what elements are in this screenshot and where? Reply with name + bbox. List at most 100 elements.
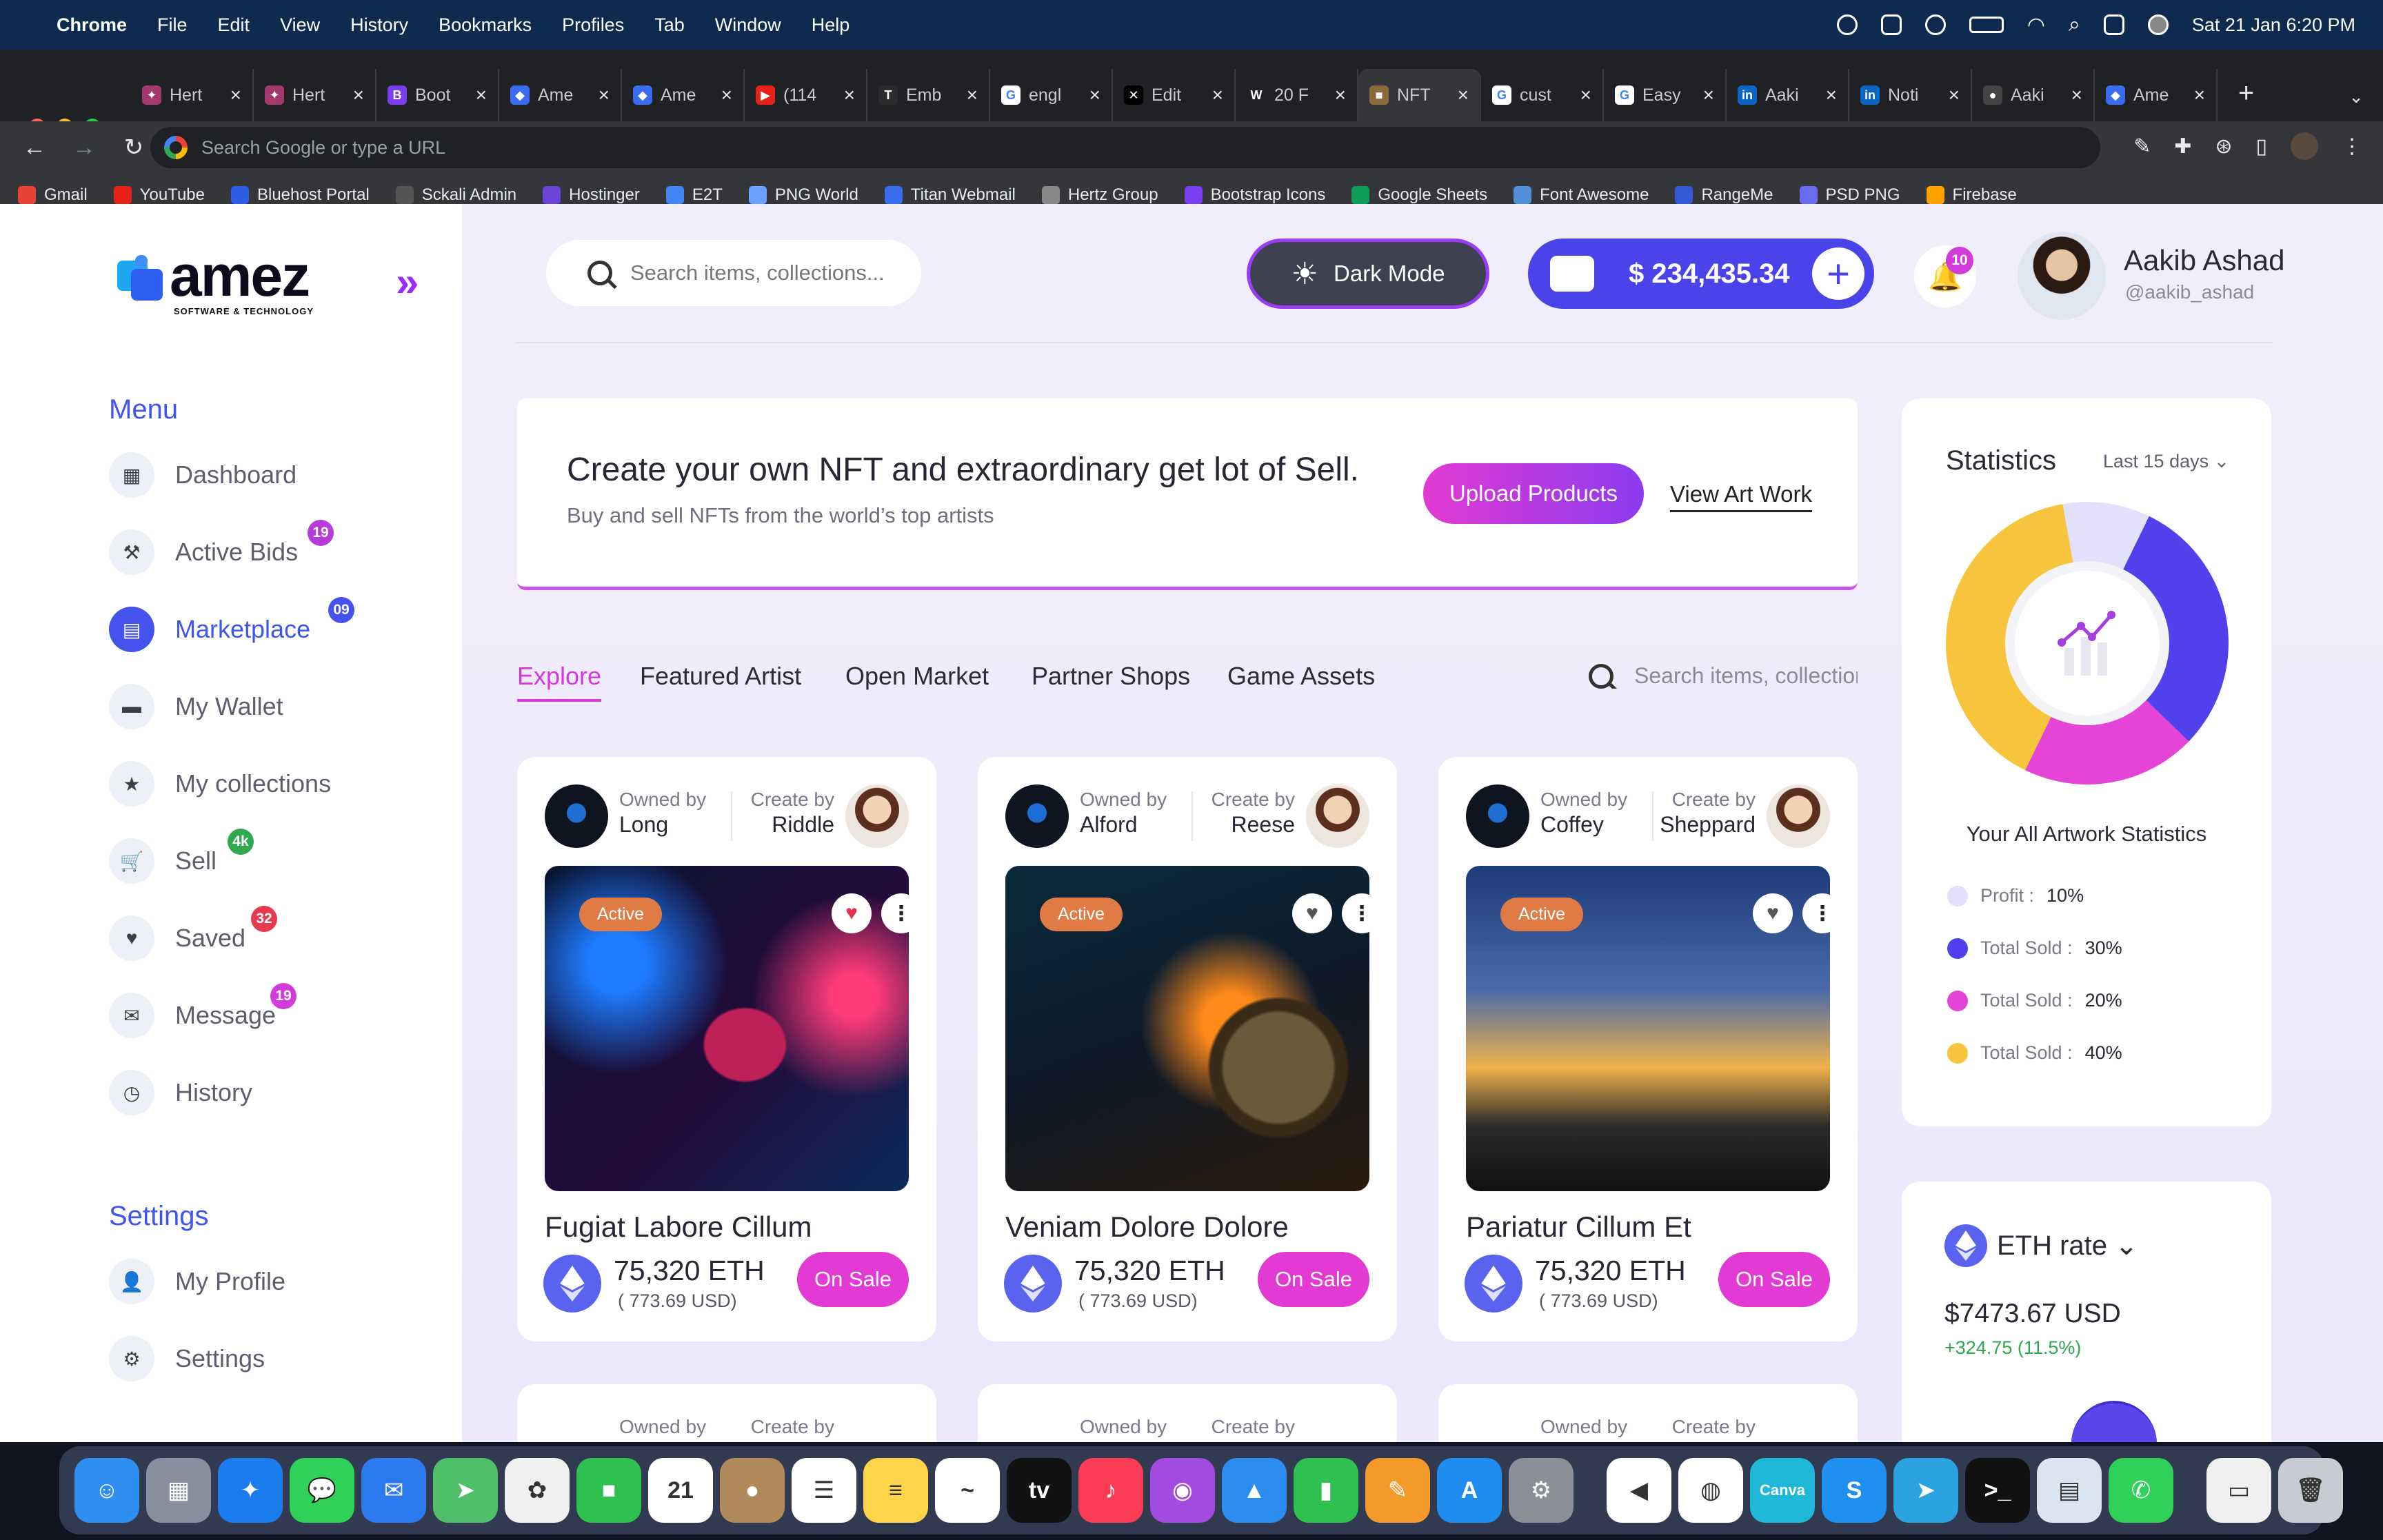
launchpad-dock-icon[interactable]: ▦ xyxy=(146,1458,211,1523)
mail-dock-icon[interactable]: ✉ xyxy=(361,1458,426,1523)
tab-close-icon[interactable]: × xyxy=(1335,84,1346,106)
menu-view[interactable]: View xyxy=(280,14,320,36)
bookmark-item[interactable]: Google Sheets xyxy=(1351,185,1487,205)
like-heart-icon[interactable]: ♥ xyxy=(1753,893,1793,933)
menubar-clock[interactable]: Sat 21 Jan 6:20 PM xyxy=(2192,14,2355,36)
extension-icon[interactable]: ⊛ xyxy=(2215,134,2232,159)
extensions-puzzle-icon[interactable]: ✚ xyxy=(2174,134,2191,159)
bookmark-item[interactable]: RangeMe xyxy=(1675,185,1773,205)
play-status-icon[interactable] xyxy=(1924,14,1946,35)
nft-card-partial[interactable]: Owned by Create by xyxy=(1438,1384,1858,1442)
tab-close-icon[interactable]: × xyxy=(599,84,610,106)
control-center-icon[interactable] xyxy=(2103,14,2124,35)
browser-tab[interactable]: ◆ Ame × xyxy=(2095,69,2218,121)
tab-search-chevron-icon[interactable]: ⌄ xyxy=(2349,86,2364,108)
tab-close-icon[interactable]: × xyxy=(230,84,241,106)
more-options-icon[interactable]: ⋮ xyxy=(1802,893,1842,933)
back-button[interactable]: ← xyxy=(19,134,50,161)
sidebar-item-my-profile[interactable]: 👤 My Profile xyxy=(109,1259,285,1304)
facetime-dock-icon[interactable]: ■ xyxy=(576,1458,641,1523)
collapse-sidebar-icon[interactable]: » xyxy=(396,258,419,305)
tab-close-icon[interactable]: × xyxy=(1089,84,1100,106)
bookmark-item[interactable]: PNG World xyxy=(748,185,858,205)
bookmark-item[interactable]: Hostinger xyxy=(543,185,640,205)
bookmark-item[interactable]: Bootstrap Icons xyxy=(1184,185,1325,205)
owner-name[interactable]: Long xyxy=(619,812,668,838)
bookmark-item[interactable]: Bluehost Portal xyxy=(230,185,370,205)
browser-tab[interactable]: B Boot × xyxy=(376,69,499,121)
pages-dock-icon[interactable]: ✎ xyxy=(1365,1458,1430,1523)
skype-dock-icon[interactable]: S xyxy=(1822,1458,1887,1523)
browser-tab[interactable]: ✦ Hert × xyxy=(254,69,376,121)
owner-avatar[interactable] xyxy=(1005,784,1069,848)
trash-dock-icon[interactable]: 🗑 xyxy=(2278,1458,2343,1523)
browser-tab[interactable]: Gcust × xyxy=(1481,69,1604,121)
menu-help[interactable]: Help xyxy=(812,14,850,36)
vscode-dock-icon[interactable]: ◀ xyxy=(1607,1458,1671,1523)
side-panel-icon[interactable]: ▯ xyxy=(2255,134,2267,159)
sidebar-item-message[interactable]: ✉ Message xyxy=(109,993,276,1038)
checkbox-status-icon[interactable] xyxy=(1880,14,1902,35)
browser-tab[interactable]: in Aaki × xyxy=(1727,69,1849,121)
sidebar-item-dashboard[interactable]: ▦ Dashboard xyxy=(109,452,296,498)
browser-tab[interactable]: W 20 F × xyxy=(1236,69,1358,121)
like-heart-icon[interactable]: ♥ xyxy=(1292,893,1332,933)
tab-close-icon[interactable]: × xyxy=(1580,84,1591,106)
wifi-icon[interactable]: ◠ xyxy=(2027,13,2045,37)
upload-products-button[interactable]: Upload Products xyxy=(1423,463,1644,524)
browser-tab[interactable]: Gengl × xyxy=(990,69,1113,121)
tab-close-icon[interactable]: × xyxy=(1212,84,1223,106)
browser-tab[interactable]: ■ NFT × xyxy=(1358,69,1481,121)
bookmark-item[interactable]: Sckali Admin xyxy=(395,185,516,205)
canva-dock-icon[interactable]: Canva xyxy=(1750,1458,1815,1523)
nft-card[interactable]: Owned by Alford Create by Reese Active ♥ ⋮ Veni… xyxy=(978,757,1397,1341)
user-name[interactable]: Aakib Ashad xyxy=(2124,244,2285,277)
on-sale-button[interactable]: On Sale xyxy=(797,1252,909,1307)
wallet-balance-button[interactable]: $ 234,435.34 + xyxy=(1528,239,1874,309)
amez-logo[interactable]: amez SOFTWARE & TECHNOLOGY xyxy=(114,247,313,316)
tab-close-icon[interactable]: × xyxy=(844,84,855,106)
menu-history[interactable]: History xyxy=(350,14,408,36)
tab-close-icon[interactable]: × xyxy=(476,84,487,106)
sidebar-item-active-bids[interactable]: ⚒ Active Bids xyxy=(109,529,298,575)
eth-rate-dropdown[interactable]: ETH rate ⌄ xyxy=(1997,1230,2138,1262)
tab-close-icon[interactable]: × xyxy=(721,84,732,106)
app-menu[interactable]: Chrome xyxy=(57,14,127,36)
maps-dock-icon[interactable]: ➤ xyxy=(433,1458,498,1523)
music-dock-icon[interactable]: ♪ xyxy=(1078,1458,1143,1523)
dark-mode-toggle[interactable]: ☀ Dark Mode xyxy=(1247,239,1489,309)
calendar-dock-icon[interactable]: 21 xyxy=(648,1458,713,1523)
sidebar-item-marketplace[interactable]: ▤ Marketplace xyxy=(109,607,310,652)
bookmark-item[interactable]: YouTube xyxy=(113,185,205,205)
tab-close-icon[interactable]: × xyxy=(1826,84,1837,106)
browser-tab[interactable]: T Emb × xyxy=(867,69,990,121)
terminal-dock-icon[interactable]: >_ xyxy=(1965,1458,2030,1523)
sidebar-item-my-wallet[interactable]: ▬ My Wallet xyxy=(109,684,283,729)
bookmark-item[interactable]: Titan Webmail xyxy=(884,185,1016,205)
creator-name[interactable]: Riddle xyxy=(772,812,834,838)
browser-tab[interactable]: ◆ Ame × xyxy=(499,69,622,121)
browser-tab[interactable]: ✕ Edit × xyxy=(1113,69,1236,121)
bookmark-item[interactable]: PSD PNG xyxy=(1799,185,1900,205)
creator-avatar[interactable] xyxy=(1306,784,1369,848)
tab-explore[interactable]: Explore xyxy=(517,662,602,702)
battery-icon[interactable] xyxy=(1969,17,2004,33)
owner-avatar[interactable] xyxy=(545,784,608,848)
on-sale-button[interactable]: On Sale xyxy=(1258,1252,1369,1307)
nft-card[interactable]: Owned by Long Create by Riddle Active ♥ ⋮ Fugia… xyxy=(517,757,936,1341)
tab-close-icon[interactable]: × xyxy=(967,84,978,106)
forward-button[interactable]: → xyxy=(69,134,99,161)
tab-close-icon[interactable]: × xyxy=(2071,84,2082,106)
on-sale-button[interactable]: On Sale xyxy=(1718,1252,1830,1307)
browser-tab[interactable]: G Easy × xyxy=(1604,69,1727,121)
sidebar-item-settings[interactable]: ⚙ Settings xyxy=(109,1336,265,1381)
new-tab-button[interactable]: + xyxy=(2238,78,2254,109)
reminders-dock-icon[interactable]: ☰ xyxy=(792,1458,856,1523)
header-search-input[interactable]: Search items, collections... xyxy=(546,240,921,306)
notes-dock-icon[interactable]: ≡ xyxy=(863,1458,928,1523)
messages-dock-icon[interactable]: 💬 xyxy=(290,1458,354,1523)
browser-tab[interactable]: ✦ Hert × xyxy=(131,69,254,121)
tab-open-market[interactable]: Open Market xyxy=(845,662,989,691)
nft-title[interactable]: Veniam Dolore Dolore xyxy=(1005,1210,1289,1244)
tab-close-icon[interactable]: × xyxy=(1458,84,1469,106)
